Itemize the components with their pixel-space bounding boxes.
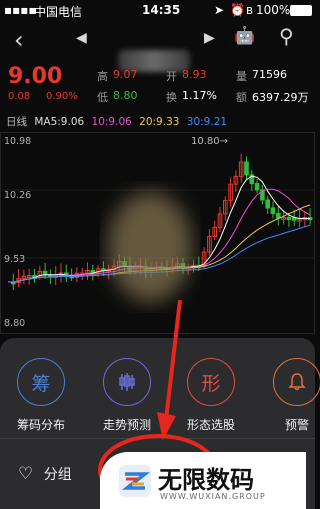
watermark-title: 无限数码 — [158, 466, 254, 494]
watermark-logo: 无限数码 WWW.WUXIAN.GROUP — [100, 452, 306, 509]
annotation-overlay — [98, 299, 218, 506]
watermark-subtitle: WWW.WUXIAN.GROUP — [160, 492, 266, 501]
brand-logo-icon — [119, 465, 151, 497]
